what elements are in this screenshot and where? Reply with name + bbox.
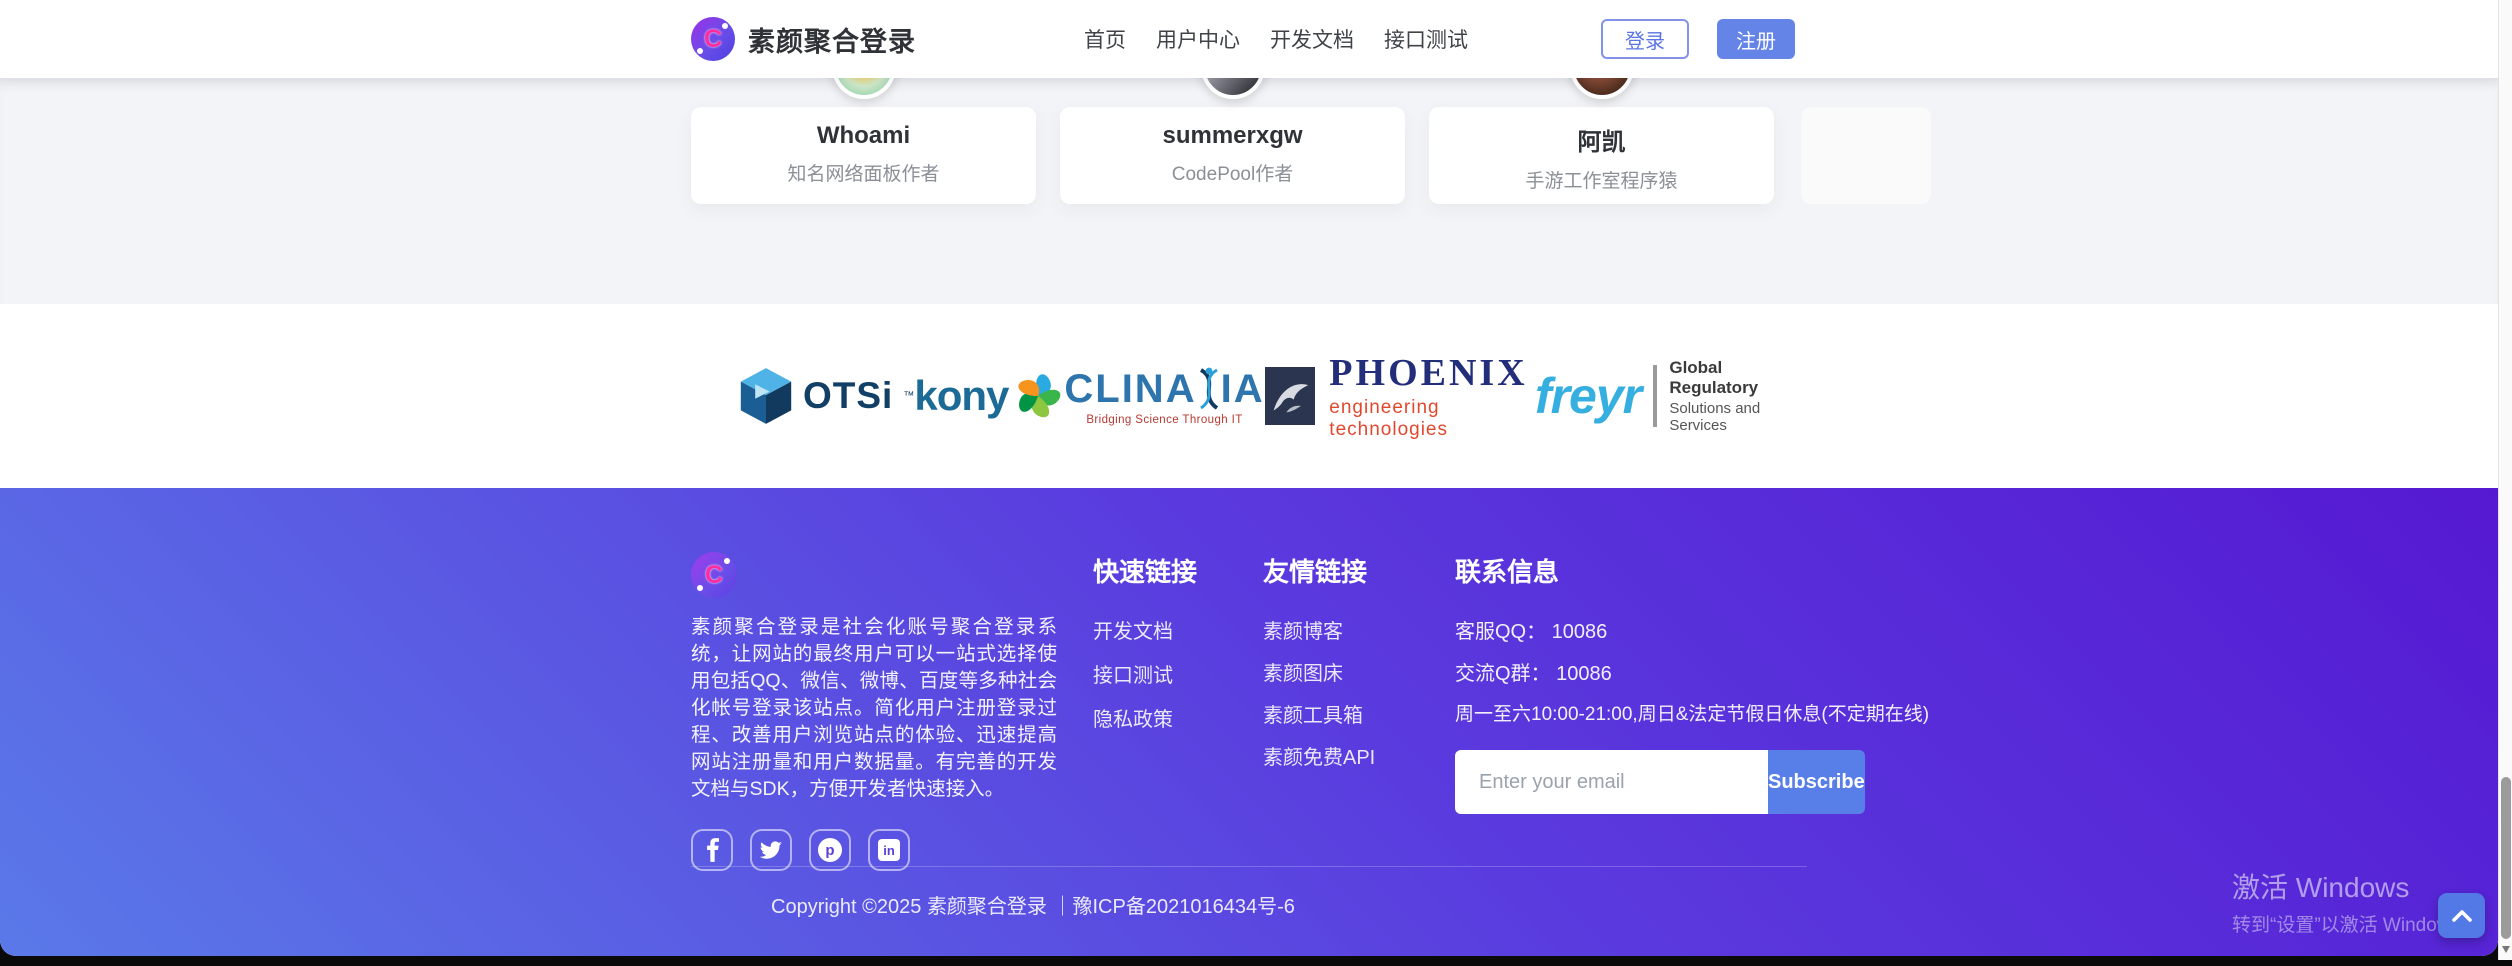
friend-link-blog[interactable]: 素颜博客 (1263, 615, 1423, 644)
brand[interactable]: C 素颜聚合登录 (691, 17, 916, 61)
auth-buttons: 登录 注册 (1601, 19, 1807, 59)
partner-logo-phoenix: PHOENIX engineering technologies (1265, 351, 1535, 441)
testimonial-section: Whoami 知名网络面板作者 summerxgw CodePool作者 阿凯 … (0, 78, 2498, 304)
subscribe-button[interactable]: Subscribe (1768, 750, 1865, 814)
nav-item-dev-docs[interactable]: 开发文档 (1270, 24, 1354, 54)
login-button[interactable]: 登录 (1601, 19, 1689, 59)
kony-wordmark: kony (914, 372, 1008, 420)
footer-contact-column: 联系信息 客服QQ： 10086 交流Q群： 10086 周一至六10:00-2… (1455, 552, 1805, 871)
partner-logo-clinasia: CLINA IA Bridging Science Through IT (1064, 366, 1264, 426)
social-links: p in (691, 829, 1057, 871)
card-user-desc: 手游工作室程序猿 (1429, 166, 1774, 193)
card-user-desc: 知名网络面板作者 (691, 159, 1036, 186)
phoenix-wordmark: PHOENIX (1329, 351, 1535, 395)
partner-logo-kony: kony (914, 370, 1064, 422)
testimonial-card: summerxgw CodePool作者 (1060, 107, 1405, 204)
testimonial-row: Whoami 知名网络面板作者 summerxgw CodePool作者 阿凯 … (691, 107, 1807, 204)
scroll-to-top-button[interactable] (2438, 893, 2485, 938)
clinasia-tagline: Bridging Science Through IT (1086, 414, 1242, 426)
register-button[interactable]: 注册 (1717, 19, 1795, 59)
friend-links-title: 友情链接 (1263, 552, 1423, 589)
freyr-tagline-line2: Solutions and Services (1669, 400, 1761, 434)
partner-logo-otsi: OTSi ™ (739, 366, 914, 426)
card-user-name: summerxgw (1060, 122, 1405, 150)
webpage: C 素颜聚合登录 首页 用户中心 开发文档 接口测试 登录 注册 (0, 0, 2498, 956)
testimonial-card-partial (1801, 107, 1931, 204)
testimonial-card: 阿凯 手游工作室程序猿 (1429, 107, 1774, 204)
chevron-up-icon (2450, 909, 2474, 923)
footer-about-text: 素颜聚合登录是社会化账号聚合登录系统，让网站的最终用户可以一站式选择使用包括QQ… (691, 614, 1057, 803)
clinasia-helix-icon (1197, 366, 1221, 412)
pinterest-icon[interactable]: p (809, 829, 851, 871)
nav-item-api-test[interactable]: 接口测试 (1384, 24, 1468, 54)
nav-item-user-center[interactable]: 用户中心 (1156, 24, 1240, 54)
browser-viewport: C 素颜聚合登录 首页 用户中心 开发文档 接口测试 登录 注册 (0, 0, 2512, 966)
contact-title: 联系信息 (1455, 552, 1805, 589)
site-header: C 素颜聚合登录 首页 用户中心 开发文档 接口测试 登录 注册 (0, 0, 2498, 78)
contact-qq: 客服QQ： 10086 (1455, 615, 1805, 644)
scrollbar-down-arrow[interactable] (2502, 946, 2510, 953)
facebook-icon[interactable] (691, 829, 733, 871)
freyr-tagline-line1: Global Regulatory (1669, 358, 1761, 398)
site-logo-icon: C (691, 17, 735, 61)
quick-link-dev-docs[interactable]: 开发文档 (1093, 615, 1233, 644)
footer-about-column: C 素颜聚合登录是社会化账号聚合登录系统，让网站的最终用户可以一站式选择使用包括… (691, 552, 1057, 871)
site-footer: C 素颜聚合登录是社会化账号聚合登录系统，让网站的最终用户可以一站式选择使用包括… (0, 488, 2498, 956)
friend-link-imagebed[interactable]: 素颜图床 (1263, 657, 1423, 686)
quick-link-api-test[interactable]: 接口测试 (1093, 659, 1233, 688)
footer-divider (691, 866, 1807, 867)
clinasia-wordmark-left: CLINA (1064, 367, 1196, 412)
card-user-name: 阿凯 (1429, 122, 1774, 157)
kony-pinwheel-icon (1012, 370, 1064, 422)
footer-quick-links-column: 快速链接 开发文档 接口测试 隐私政策 (1093, 552, 1233, 871)
freyr-wordmark: freyr (1535, 367, 1641, 425)
friend-link-free-api[interactable]: 素颜免费API (1263, 741, 1423, 770)
testimonial-card: Whoami 知名网络面板作者 (691, 107, 1036, 204)
twitter-icon[interactable] (750, 829, 792, 871)
freyr-divider-bar (1653, 365, 1657, 427)
clinasia-wordmark-right: IA (1221, 367, 1265, 412)
contact-hours: 周一至六10:00-21:00,周日&法定节假日休息(不定期在线) (1455, 699, 1805, 726)
site-title: 素颜聚合登录 (748, 20, 916, 59)
email-input[interactable] (1455, 750, 1768, 814)
logo-letter: C (704, 25, 722, 54)
newsletter-form: Subscribe (1455, 750, 1805, 814)
card-user-name: Whoami (691, 122, 1036, 150)
linkedin-icon[interactable]: in (868, 829, 910, 871)
partner-logo-freyr: freyr Global Regulatory Solutions and Se… (1535, 358, 1761, 434)
quick-links-title: 快速链接 (1093, 552, 1233, 589)
otsi-cube-icon (739, 366, 793, 426)
footer-logo-icon: C (691, 552, 737, 598)
quick-link-privacy[interactable]: 隐私政策 (1093, 703, 1233, 732)
phoenix-bird-icon (1265, 367, 1316, 425)
footer-friend-links-column: 友情链接 素颜博客 素颜图床 素颜工具箱 素颜免费API (1263, 552, 1423, 871)
partner-logos-section: OTSi ™ kony CLINA (0, 304, 2498, 488)
card-user-desc: CodePool作者 (1060, 159, 1405, 186)
logo-letter: C (705, 561, 723, 590)
otsi-trademark: ™ (903, 390, 914, 402)
otsi-wordmark: OTSi (803, 375, 893, 417)
main-nav: 首页 用户中心 开发文档 接口测试 (1084, 24, 1468, 54)
copyright-text: Copyright ©2025 素颜聚合登录 ｜豫ICP备2021016434号… (691, 890, 1807, 919)
browser-scrollbar (2498, 0, 2512, 960)
scrollbar-thumb[interactable] (2501, 777, 2511, 939)
phoenix-tagline: engineering technologies (1329, 397, 1535, 441)
friend-link-toolbox[interactable]: 素颜工具箱 (1263, 699, 1423, 728)
nav-item-home[interactable]: 首页 (1084, 24, 1126, 54)
contact-qq-group: 交流Q群： 10086 (1455, 657, 1805, 686)
